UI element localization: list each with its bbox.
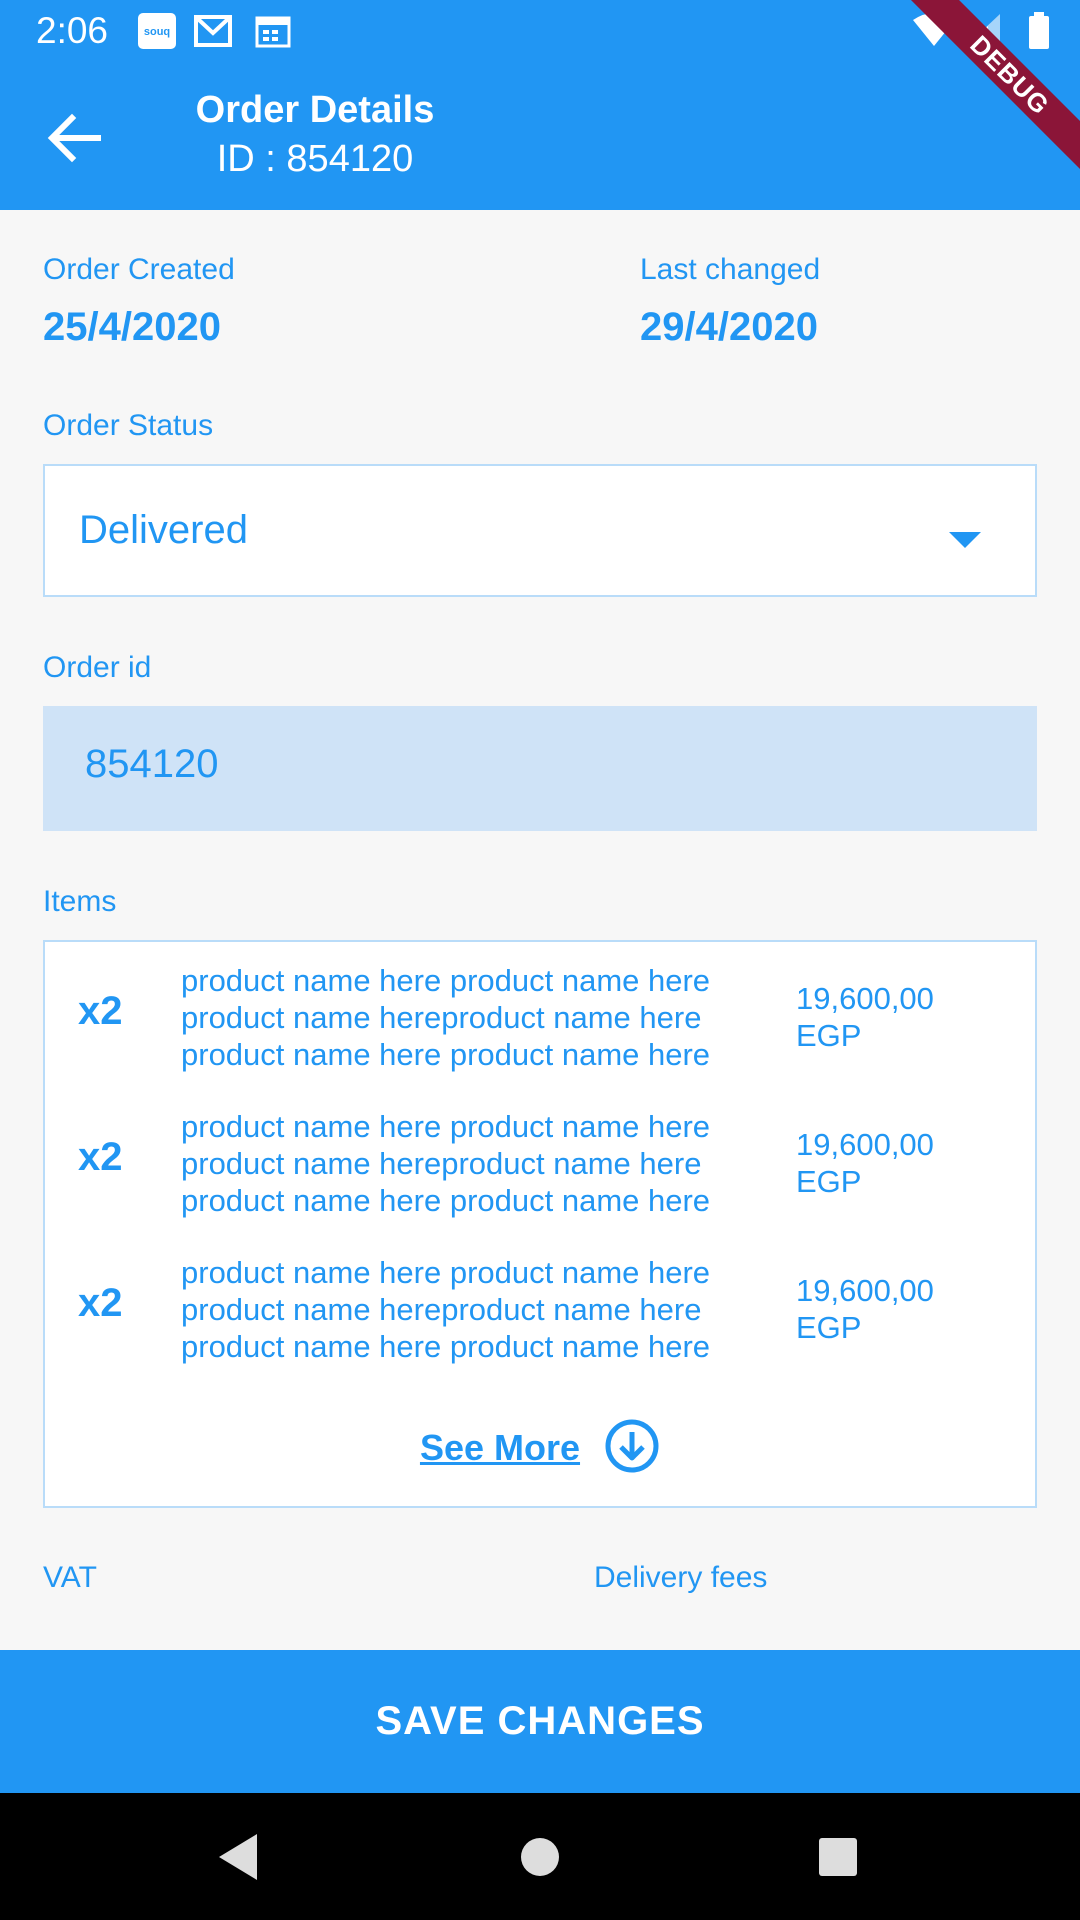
- order-created-value: 25/4/2020: [43, 305, 221, 349]
- see-more-link[interactable]: See More: [420, 1427, 580, 1469]
- page-subtitle: ID : 854120: [216, 138, 414, 180]
- item-quantity: x2: [78, 1281, 123, 1325]
- item-name-line: product name here product name here: [181, 1255, 711, 1290]
- order-status-value: Delivered: [79, 508, 248, 552]
- page-title: Order Details: [195, 89, 435, 131]
- order-status-dropdown[interactable]: Delivered: [43, 464, 1037, 597]
- item-quantity: x2: [78, 989, 123, 1033]
- vat-label: VAT: [43, 1561, 97, 1594]
- delivery-fees-label: Delivery fees: [594, 1561, 768, 1594]
- item-name-line: product name here product name here: [181, 1329, 711, 1364]
- back-button[interactable]: [36, 100, 112, 176]
- app-bar: 2:06 souq Order Details ID : 854120 DEBU…: [0, 0, 1080, 210]
- status-bar: 2:06 souq: [0, 0, 1080, 63]
- item-price-currency: EGP: [796, 1310, 862, 1345]
- item-price: 19,600,00 EGP: [796, 980, 976, 1054]
- nav-back-icon[interactable]: [208, 1827, 268, 1887]
- dropdown-arrow-icon: [949, 532, 981, 548]
- order-id-label: Order id: [43, 651, 152, 684]
- battery-icon: [1028, 12, 1050, 52]
- item-price-currency: EGP: [796, 1164, 862, 1199]
- item-price: 19,600,00 EGP: [796, 1272, 976, 1346]
- arrow-back-icon: [47, 113, 101, 163]
- last-changed-label: Last changed: [640, 253, 821, 286]
- item-name-line: product name hereproduct name here: [181, 1292, 702, 1327]
- gmail-icon: [193, 12, 233, 50]
- item-name-line: product name here product name here: [181, 1183, 711, 1218]
- item-name-line: product name hereproduct name here: [181, 1000, 702, 1035]
- order-status-label: Order Status: [43, 409, 214, 442]
- items-list: x2 product name here product name here p…: [43, 940, 1037, 1508]
- item-name: product name here product name here prod…: [181, 1108, 761, 1219]
- list-item: x2 product name here product name here p…: [45, 962, 1035, 1082]
- system-nav-bar: [0, 1793, 1080, 1920]
- item-name-line: product name here product name here: [181, 1109, 711, 1144]
- item-price-amount: 19,600,00: [796, 981, 934, 1016]
- header-title-block: Order Details ID : 854120: [190, 88, 440, 186]
- nav-recents-icon[interactable]: [808, 1827, 868, 1887]
- item-price-currency: EGP: [796, 1018, 862, 1053]
- item-name: product name here product name here prod…: [181, 1254, 761, 1365]
- item-quantity: x2: [78, 1135, 123, 1179]
- order-id-input[interactable]: [85, 742, 985, 787]
- save-changes-button[interactable]: SAVE CHANGES: [0, 1650, 1080, 1793]
- nav-home-icon[interactable]: [510, 1827, 570, 1887]
- item-price: 19,600,00 EGP: [796, 1126, 976, 1200]
- item-name-line: product name here product name here: [181, 963, 711, 998]
- souq-app-icon: souq: [137, 12, 177, 50]
- arrow-down-circle-icon[interactable]: [604, 1418, 660, 1479]
- order-id-field[interactable]: [43, 706, 1037, 831]
- see-more-row: See More: [45, 1418, 1035, 1478]
- list-item: x2 product name here product name here p…: [45, 1254, 1035, 1374]
- svg-text:souq: souq: [144, 26, 170, 38]
- item-name-line: product name hereproduct name here: [181, 1146, 702, 1181]
- order-created-label: Order Created: [43, 253, 235, 286]
- item-name: product name here product name here prod…: [181, 962, 761, 1073]
- item-name-line: product name here product name here: [181, 1037, 711, 1072]
- items-label: Items: [43, 885, 117, 918]
- item-price-amount: 19,600,00: [796, 1273, 934, 1308]
- list-item: x2 product name here product name here p…: [45, 1108, 1035, 1228]
- last-changed-value: 29/4/2020: [640, 305, 818, 349]
- calendar-icon: [253, 12, 293, 50]
- status-time: 2:06: [36, 10, 109, 51]
- item-price-amount: 19,600,00: [796, 1127, 934, 1162]
